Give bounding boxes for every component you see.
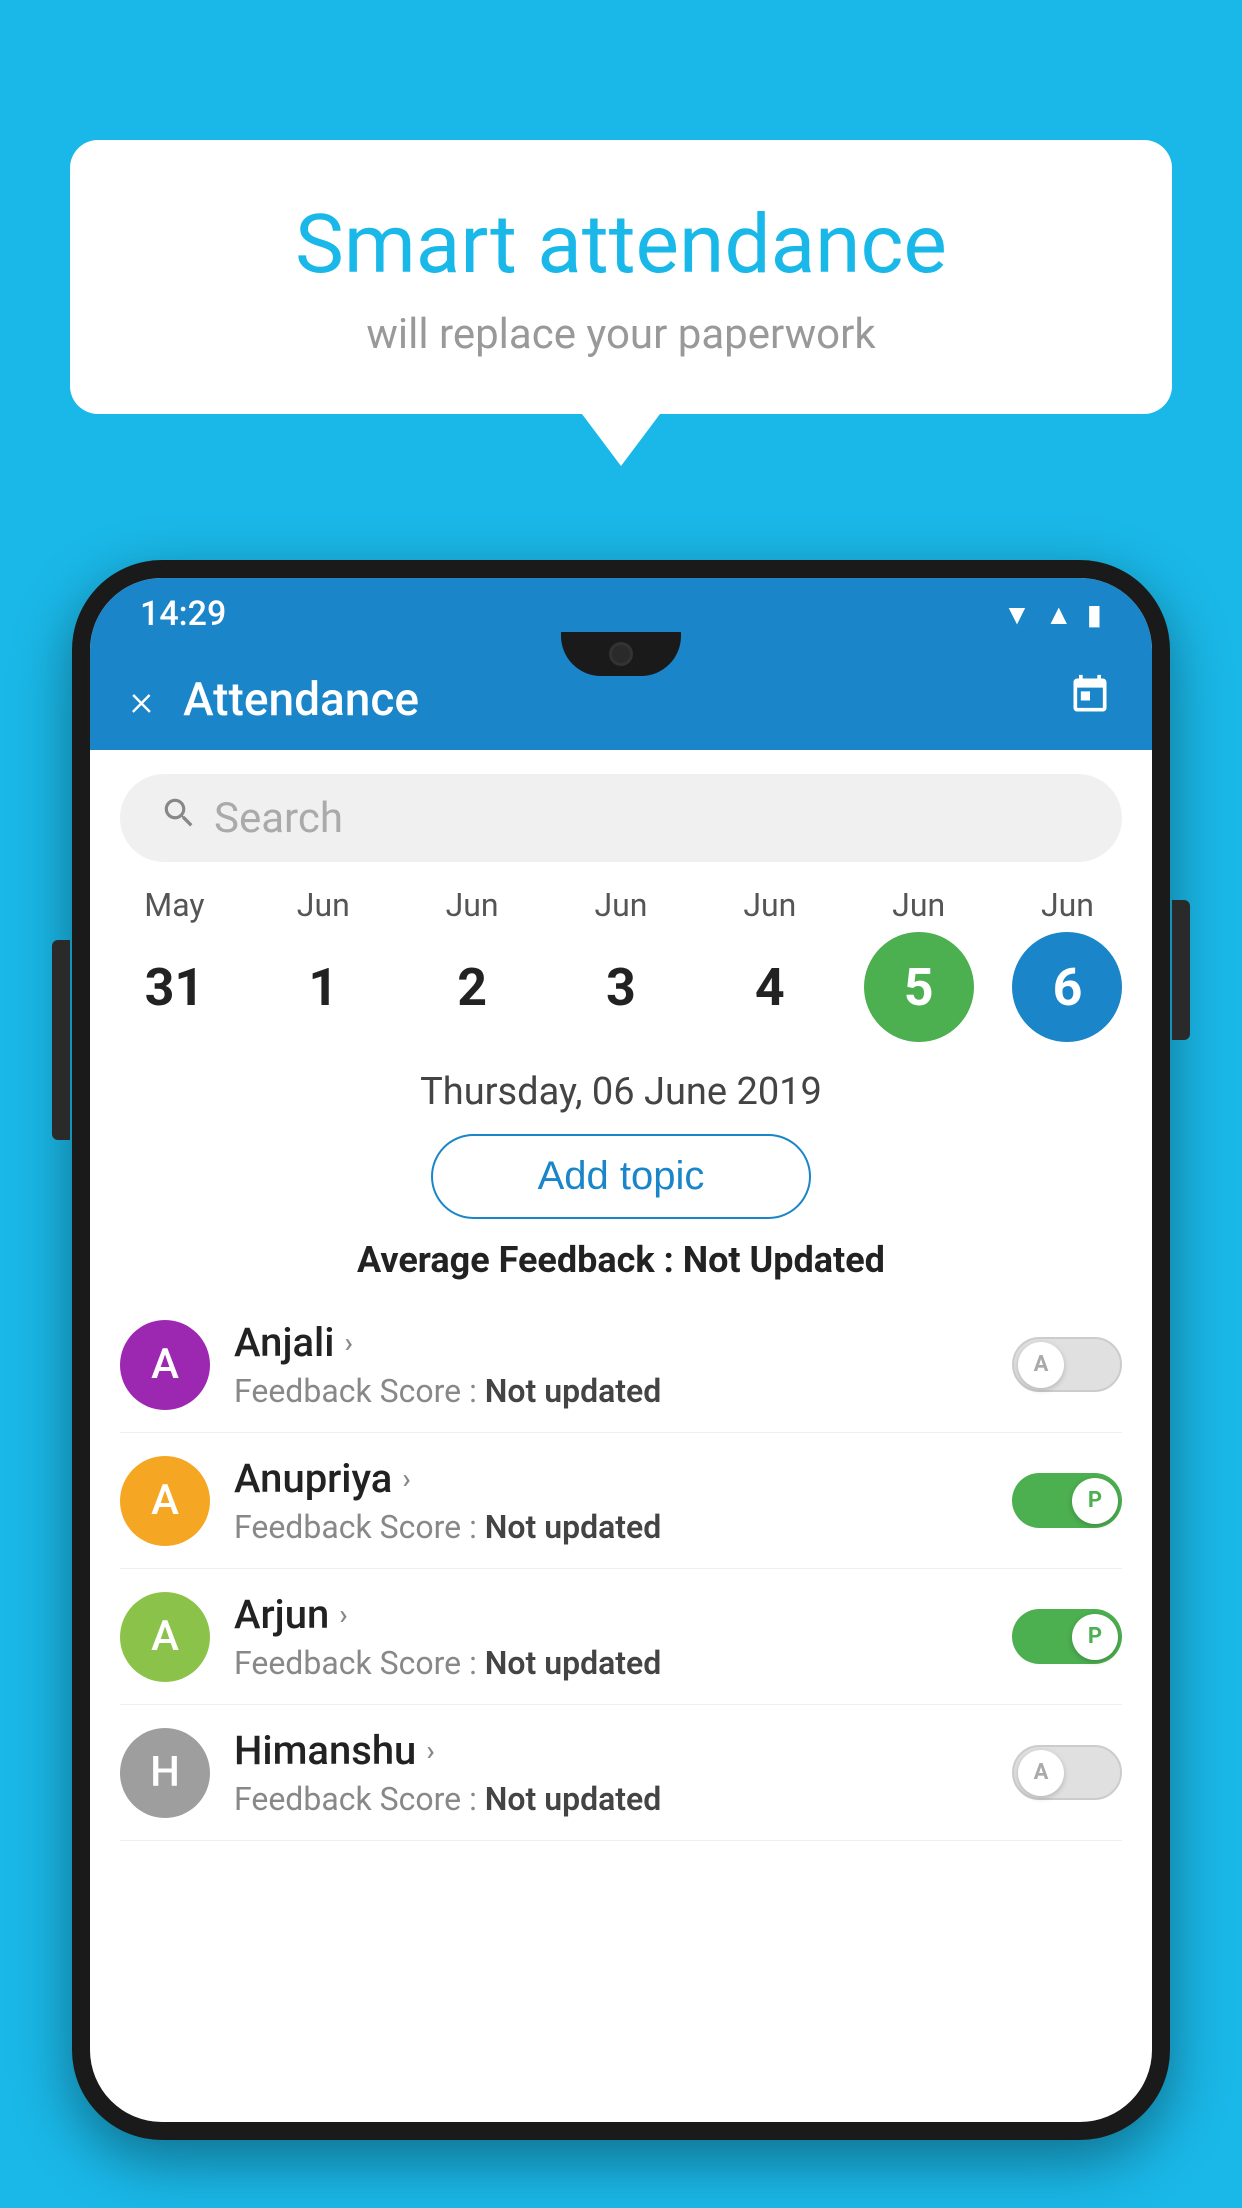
avatar: A (120, 1592, 210, 1682)
signal-icon: ▲ (1045, 598, 1073, 631)
date-number[interactable]: 31 (119, 932, 229, 1042)
speech-bubble-wrapper: Smart attendance will replace your paper… (70, 140, 1172, 414)
phone-wrapper: 14:29 ▼ ▲ ▮ × Attendance (72, 560, 1170, 2208)
toggle-thumb: A (1018, 1750, 1064, 1796)
student-feedback: Feedback Score : Not updated (234, 1508, 1012, 1546)
status-icons: ▼ ▲ ▮ (1003, 598, 1102, 631)
date-col[interactable]: Jun 1 (258, 886, 388, 1042)
feedback-avg-label: Average Feedback : (357, 1239, 683, 1281)
average-feedback: Average Feedback : Not Updated (90, 1239, 1152, 1281)
date-month: Jun (446, 886, 499, 924)
date-number[interactable]: 1 (268, 932, 378, 1042)
chevron-right-icon: › (339, 1598, 347, 1631)
date-col[interactable]: Jun 5 (854, 886, 984, 1042)
date-month: Jun (297, 886, 350, 924)
selected-date-text: Thursday, 06 June 2019 (420, 1070, 822, 1114)
student-name: Himanshu › (234, 1727, 1012, 1774)
chevron-right-icon: › (426, 1734, 434, 1767)
search-bar[interactable]: Search (120, 774, 1122, 862)
toggle-thumb: A (1018, 1342, 1064, 1388)
attendance-toggle[interactable]: P (1012, 1473, 1122, 1528)
date-number[interactable]: 3 (566, 932, 676, 1042)
date-month: Jun (594, 886, 647, 924)
phone-outer: 14:29 ▼ ▲ ▮ × Attendance (72, 560, 1170, 2140)
student-item[interactable]: H Himanshu › Feedback Score : Not updatedA (120, 1705, 1122, 1841)
date-month: Jun (892, 886, 945, 924)
date-month: Jun (1041, 886, 1094, 924)
speech-bubble: Smart attendance will replace your paper… (70, 140, 1172, 414)
search-icon (160, 794, 198, 842)
notch-camera (609, 642, 633, 666)
bubble-title: Smart attendance (130, 200, 1112, 290)
wifi-icon: ▼ (1003, 598, 1031, 631)
avatar: H (120, 1728, 210, 1818)
toggle-thumb: P (1072, 1478, 1118, 1524)
student-name: Anupriya › (234, 1455, 1012, 1502)
toggle-thumb: P (1072, 1614, 1118, 1660)
student-item[interactable]: A Arjun › Feedback Score : Not updated P (120, 1569, 1122, 1705)
chevron-right-icon: › (344, 1326, 352, 1359)
student-info: Himanshu › Feedback Score : Not updated (234, 1727, 1012, 1818)
add-topic-button[interactable]: Add topic (431, 1134, 811, 1219)
date-col[interactable]: Jun 2 (407, 886, 537, 1042)
date-month: Jun (743, 886, 796, 924)
student-list: AAnjali ›Feedback Score : Not updatedAAA… (90, 1297, 1152, 1841)
battery-icon: ▮ (1087, 598, 1102, 631)
student-info: Anupriya › Feedback Score : Not updated (234, 1455, 1012, 1546)
date-month: May (144, 886, 204, 924)
date-number[interactable]: 4 (715, 932, 825, 1042)
student-feedback: Feedback Score : Not updated (234, 1644, 1012, 1682)
student-feedback: Feedback Score : Not updated (234, 1780, 1012, 1818)
attendance-toggle[interactable]: A (1012, 1745, 1122, 1800)
date-col[interactable]: Jun 3 (556, 886, 686, 1042)
date-col[interactable]: Jun 6 (1002, 886, 1132, 1042)
notch (561, 632, 681, 676)
avatar: A (120, 1456, 210, 1546)
phone-screen: 14:29 ▼ ▲ ▮ × Attendance (90, 578, 1152, 2122)
date-number[interactable]: 2 (417, 932, 527, 1042)
student-name: Anjali › (234, 1319, 1012, 1366)
app-title: Attendance (183, 673, 1068, 727)
date-strip: May 31 Jun 1 Jun 2 Jun 3 Jun 4 Jun 5 Jun 6 (90, 886, 1152, 1052)
date-number[interactable]: 5 (864, 932, 974, 1042)
date-col[interactable]: Jun 4 (705, 886, 835, 1042)
student-info: Arjun › Feedback Score : Not updated (234, 1591, 1012, 1682)
avatar: A (120, 1320, 210, 1410)
date-number[interactable]: 6 (1012, 932, 1122, 1042)
search-placeholder: Search (214, 794, 343, 843)
student-info: Anjali › Feedback Score : Not updated (234, 1319, 1012, 1410)
student-name: Arjun › (234, 1591, 1012, 1638)
student-item[interactable]: AAnjali ›Feedback Score : Not updatedA (120, 1297, 1122, 1433)
status-time: 14:29 (140, 594, 226, 634)
selected-date-info: Thursday, 06 June 2019 (90, 1070, 1152, 1114)
chevron-right-icon: › (402, 1462, 410, 1495)
calendar-icon[interactable] (1068, 673, 1112, 727)
attendance-toggle[interactable]: P (1012, 1609, 1122, 1664)
date-col[interactable]: May 31 (109, 886, 239, 1042)
student-feedback: Feedback Score : Not updated (234, 1372, 1012, 1410)
student-item[interactable]: A Anupriya › Feedback Score : Not updated P (120, 1433, 1122, 1569)
close-button[interactable]: × (130, 674, 153, 726)
attendance-toggle[interactable]: A (1012, 1337, 1122, 1392)
feedback-avg-value: Not Updated (683, 1239, 885, 1281)
bubble-subtitle: will replace your paperwork (130, 310, 1112, 359)
